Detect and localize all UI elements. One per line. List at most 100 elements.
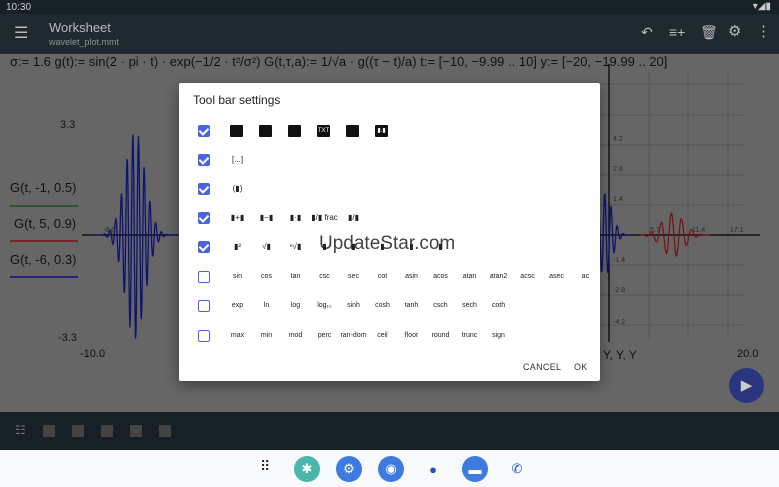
plot-icon[interactable] (72, 425, 84, 437)
settings-app-icon[interactable]: ⚙ (336, 456, 362, 482)
toolbar-item: tan (290, 273, 301, 280)
toolbar-item: ran-dom (340, 332, 367, 339)
toolbar-item: csch (433, 302, 448, 309)
x-max-label: 20.0 (737, 348, 759, 360)
toolbar-row: ▮+▮ ▮−▮ ▮·▮ ▮/▮ frac ▮/▮ (179, 208, 600, 228)
toolbar-item: log (290, 302, 301, 309)
legend-label: G(t, -1, 0.5) (10, 180, 77, 195)
row-checkbox[interactable] (198, 330, 210, 342)
clock: 10:30 (6, 2, 32, 13)
toolbar-item: ln (263, 302, 270, 309)
y-min-label: -3.3 (58, 332, 77, 344)
app-icon-star[interactable]: ✱ (294, 456, 320, 482)
bottom-toolbar: ☷ (0, 412, 779, 450)
file-name: wavelet_plot.mmt (49, 37, 120, 47)
toolbar-item: max (230, 332, 245, 339)
x-tick: 17.1 (730, 227, 744, 234)
toolbar-item: cos (261, 273, 272, 280)
toolbar-item: csc (319, 273, 330, 280)
legend-label: G(t, 5, 0.9) (14, 216, 77, 231)
row-checkbox[interactable] (198, 183, 210, 195)
gear-icon[interactable]: ⚙ (728, 22, 741, 40)
toolbar-item: sech (462, 302, 477, 309)
y-tick: -4.2 (613, 319, 626, 326)
cancel-button[interactable]: CANCEL (523, 362, 561, 372)
toolbar-item: min (260, 332, 273, 339)
row-checkbox[interactable] (198, 125, 210, 137)
toolbar-item: ceil (377, 332, 388, 339)
toolbar-row: sin cos tan csc sec cot asin acos atan atan2 acsc a… (179, 267, 600, 287)
toolbar-item: ▮ (409, 242, 414, 251)
camera-app-icon[interactable]: ◉ (378, 456, 404, 482)
plot-icon[interactable] (43, 425, 55, 437)
undo-icon[interactable]: ↶ (641, 24, 653, 41)
toolbar-item: tanh (404, 302, 419, 309)
row-checkbox[interactable] (198, 212, 210, 224)
row-checkbox[interactable] (198, 300, 210, 312)
more-icon[interactable]: ⋮ (756, 22, 771, 40)
chart-icon (288, 125, 301, 137)
menu-icon[interactable]: ☰ (14, 23, 28, 43)
ok-button[interactable]: OK (574, 362, 588, 372)
toolbar-item-icon: TXT (317, 125, 330, 137)
toolbar-item: exp (231, 302, 244, 309)
status-bar: 10:30 ▾◢▮ (0, 0, 779, 14)
page-title: Worksheet (49, 20, 111, 35)
app-bar: ☰ Worksheet wavelet_plot.mmt ↶ ≡+ 🗑 ⚙ ⋮ (0, 14, 779, 54)
toolbar-row: max min mod perc ran-dom ceil floor round trunc s… (179, 326, 600, 346)
app-grid-icon[interactable]: ⠿ (260, 458, 270, 475)
toolbar-item: ▮+▮ (230, 213, 245, 222)
toolbar-item: cosh (375, 302, 390, 309)
toolbar-item: ▮·▮ (289, 213, 302, 222)
toolbar-item: atan (462, 273, 477, 280)
row-checkbox[interactable] (198, 241, 210, 253)
plot-icon (230, 125, 243, 137)
x-tick: 11.4 (692, 227, 706, 234)
toolbar-item: sinh (347, 302, 360, 309)
y-tick: 2.8 (613, 166, 623, 173)
legend-label: G(t, -6, 0.3) (10, 252, 77, 267)
contacts-app-icon[interactable]: ● (420, 456, 446, 482)
row-checkbox[interactable] (198, 154, 210, 166)
toolbar-item: ▮ (438, 242, 443, 251)
y-tick: -2.8 (613, 287, 626, 294)
x-min-label: -10.0 (80, 348, 106, 360)
toolbar-item-icon: ▮.▮ (375, 125, 388, 137)
toolbar-item: floor (404, 332, 419, 339)
x-tick: 5.7 (650, 227, 660, 234)
toolbar-item: (▮) (232, 184, 243, 193)
delete-icon[interactable]: 🗑 (700, 24, 718, 41)
x-axis-label: Y, Y, Y (603, 348, 637, 362)
toolbar-settings-icon[interactable]: ☷ (15, 423, 26, 437)
y-tick: 4.2 (613, 136, 623, 143)
system-icons: ▾◢▮ (752, 1, 771, 12)
toolbar-item: round (431, 332, 450, 339)
image-icon[interactable] (159, 425, 171, 437)
toolbar-settings-dialog: Tool bar settings UpdateStar.com TXT ▮.▮[… (179, 83, 600, 381)
toolbar-item: trunc (461, 332, 478, 339)
toolbar-item: ac (581, 273, 590, 280)
toolbar-item: coth (491, 302, 506, 309)
files-app-icon[interactable]: ▬ (462, 456, 488, 482)
toolbar-item: acos (433, 273, 448, 280)
toolbar-item: [...] (231, 155, 244, 164)
plot-icon (259, 125, 272, 137)
toolbar-row: (▮) (179, 179, 600, 199)
toolbar-row: exp ln log log₁₀ sinh cosh tanh csch sech coth (179, 296, 600, 316)
y-tick: -1.4 (613, 257, 626, 264)
toolbar-row: ▮² √▮ ⁿ√▮ ▮ ▮ ▮ ▮ ▮ (179, 237, 600, 257)
toolbar-item: mod (288, 332, 303, 339)
add-list-icon[interactable]: ≡+ (669, 24, 685, 40)
chart-icon[interactable] (101, 425, 113, 437)
toolbar-item: sin (233, 273, 242, 280)
wave-g-minus6 (90, 134, 185, 339)
toolbar-item: ⁿ√▮ (289, 242, 302, 251)
run-button[interactable]: ▶ (729, 368, 764, 403)
toolbar-item: atan2 (489, 273, 508, 280)
phone-app-icon[interactable]: ✆ (504, 456, 530, 482)
row-checkbox[interactable] (198, 271, 210, 283)
toolbar-item: ▮ (322, 242, 327, 251)
y-max-label: 3.3 (60, 119, 76, 131)
text-icon[interactable] (130, 425, 142, 437)
x-tick: -8.6 (103, 227, 116, 234)
